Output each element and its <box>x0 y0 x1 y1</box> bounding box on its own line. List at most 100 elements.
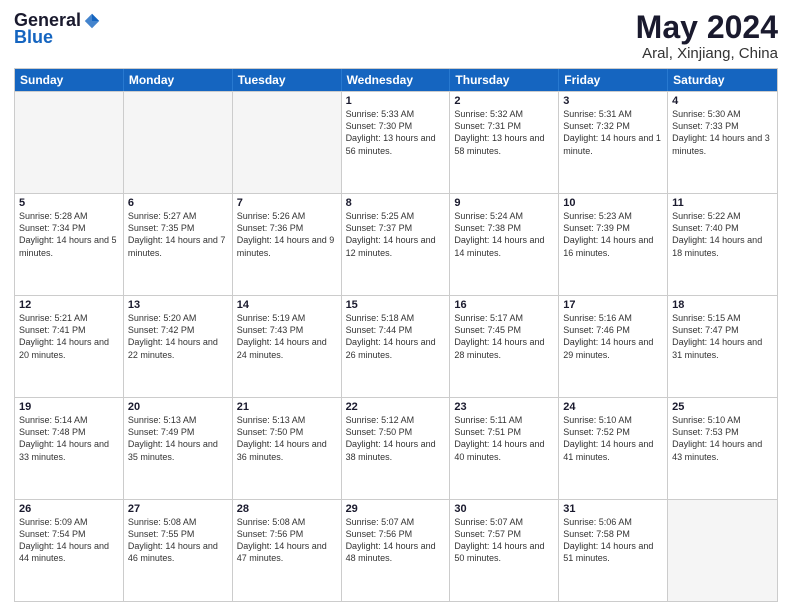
cell-info: Sunrise: 5:24 AMSunset: 7:38 PMDaylight:… <box>454 210 554 259</box>
calendar-row-2: 12Sunrise: 5:21 AMSunset: 7:41 PMDayligh… <box>15 295 777 397</box>
cell-info: Sunrise: 5:25 AMSunset: 7:37 PMDaylight:… <box>346 210 446 259</box>
calendar-row-1: 5Sunrise: 5:28 AMSunset: 7:34 PMDaylight… <box>15 193 777 295</box>
cell-info: Sunrise: 5:26 AMSunset: 7:36 PMDaylight:… <box>237 210 337 259</box>
cell-info: Sunrise: 5:07 AMSunset: 7:56 PMDaylight:… <box>346 516 446 565</box>
day-number: 23 <box>454 401 554 413</box>
cal-cell: 14Sunrise: 5:19 AMSunset: 7:43 PMDayligh… <box>233 296 342 397</box>
cell-info: Sunrise: 5:22 AMSunset: 7:40 PMDaylight:… <box>672 210 773 259</box>
calendar-row-4: 26Sunrise: 5:09 AMSunset: 7:54 PMDayligh… <box>15 499 777 601</box>
cal-cell: 2Sunrise: 5:32 AMSunset: 7:31 PMDaylight… <box>450 92 559 193</box>
day-number: 1 <box>346 95 446 107</box>
calendar: Sunday Monday Tuesday Wednesday Thursday… <box>14 68 778 602</box>
cell-info: Sunrise: 5:30 AMSunset: 7:33 PMDaylight:… <box>672 108 773 157</box>
cal-cell: 22Sunrise: 5:12 AMSunset: 7:50 PMDayligh… <box>342 398 451 499</box>
calendar-header: Sunday Monday Tuesday Wednesday Thursday… <box>15 69 777 91</box>
cal-cell: 3Sunrise: 5:31 AMSunset: 7:32 PMDaylight… <box>559 92 668 193</box>
cell-info: Sunrise: 5:18 AMSunset: 7:44 PMDaylight:… <box>346 312 446 361</box>
logo-icon <box>83 12 101 30</box>
day-number: 9 <box>454 197 554 209</box>
cal-cell: 16Sunrise: 5:17 AMSunset: 7:45 PMDayligh… <box>450 296 559 397</box>
cal-cell: 27Sunrise: 5:08 AMSunset: 7:55 PMDayligh… <box>124 500 233 601</box>
cell-info: Sunrise: 5:09 AMSunset: 7:54 PMDaylight:… <box>19 516 119 565</box>
title-area: May 2024 Aral, Xinjiang, China <box>636 10 778 62</box>
cell-info: Sunrise: 5:13 AMSunset: 7:49 PMDaylight:… <box>128 414 228 463</box>
cell-info: Sunrise: 5:08 AMSunset: 7:55 PMDaylight:… <box>128 516 228 565</box>
cell-info: Sunrise: 5:07 AMSunset: 7:57 PMDaylight:… <box>454 516 554 565</box>
day-number: 17 <box>563 299 663 311</box>
cal-cell: 5Sunrise: 5:28 AMSunset: 7:34 PMDaylight… <box>15 194 124 295</box>
cell-info: Sunrise: 5:23 AMSunset: 7:39 PMDaylight:… <box>563 210 663 259</box>
day-number: 7 <box>237 197 337 209</box>
calendar-row-3: 19Sunrise: 5:14 AMSunset: 7:48 PMDayligh… <box>15 397 777 499</box>
day-number: 29 <box>346 503 446 515</box>
header-wednesday: Wednesday <box>342 69 451 91</box>
day-number: 2 <box>454 95 554 107</box>
day-number: 5 <box>19 197 119 209</box>
cal-cell: 21Sunrise: 5:13 AMSunset: 7:50 PMDayligh… <box>233 398 342 499</box>
cal-cell: 20Sunrise: 5:13 AMSunset: 7:49 PMDayligh… <box>124 398 233 499</box>
cal-cell: 25Sunrise: 5:10 AMSunset: 7:53 PMDayligh… <box>668 398 777 499</box>
day-number: 13 <box>128 299 228 311</box>
cal-cell: 24Sunrise: 5:10 AMSunset: 7:52 PMDayligh… <box>559 398 668 499</box>
cell-info: Sunrise: 5:15 AMSunset: 7:47 PMDaylight:… <box>672 312 773 361</box>
day-number: 16 <box>454 299 554 311</box>
day-number: 21 <box>237 401 337 413</box>
cal-cell: 17Sunrise: 5:16 AMSunset: 7:46 PMDayligh… <box>559 296 668 397</box>
day-number: 15 <box>346 299 446 311</box>
cell-info: Sunrise: 5:28 AMSunset: 7:34 PMDaylight:… <box>19 210 119 259</box>
day-number: 12 <box>19 299 119 311</box>
header-thursday: Thursday <box>450 69 559 91</box>
cal-cell: 15Sunrise: 5:18 AMSunset: 7:44 PMDayligh… <box>342 296 451 397</box>
day-number: 14 <box>237 299 337 311</box>
cell-info: Sunrise: 5:19 AMSunset: 7:43 PMDaylight:… <box>237 312 337 361</box>
day-number: 22 <box>346 401 446 413</box>
cell-info: Sunrise: 5:20 AMSunset: 7:42 PMDaylight:… <box>128 312 228 361</box>
cell-info: Sunrise: 5:32 AMSunset: 7:31 PMDaylight:… <box>454 108 554 157</box>
logo: General Blue <box>14 10 101 48</box>
day-number: 25 <box>672 401 773 413</box>
cal-cell: 26Sunrise: 5:09 AMSunset: 7:54 PMDayligh… <box>15 500 124 601</box>
header-tuesday: Tuesday <box>233 69 342 91</box>
cal-cell: 13Sunrise: 5:20 AMSunset: 7:42 PMDayligh… <box>124 296 233 397</box>
cell-info: Sunrise: 5:10 AMSunset: 7:53 PMDaylight:… <box>672 414 773 463</box>
cal-cell: 7Sunrise: 5:26 AMSunset: 7:36 PMDaylight… <box>233 194 342 295</box>
day-number: 26 <box>19 503 119 515</box>
cal-cell: 30Sunrise: 5:07 AMSunset: 7:57 PMDayligh… <box>450 500 559 601</box>
cell-info: Sunrise: 5:16 AMSunset: 7:46 PMDaylight:… <box>563 312 663 361</box>
day-number: 24 <box>563 401 663 413</box>
cell-info: Sunrise: 5:17 AMSunset: 7:45 PMDaylight:… <box>454 312 554 361</box>
calendar-row-0: 1Sunrise: 5:33 AMSunset: 7:30 PMDaylight… <box>15 91 777 193</box>
cal-cell <box>15 92 124 193</box>
cell-info: Sunrise: 5:10 AMSunset: 7:52 PMDaylight:… <box>563 414 663 463</box>
cal-cell: 31Sunrise: 5:06 AMSunset: 7:58 PMDayligh… <box>559 500 668 601</box>
cal-cell: 6Sunrise: 5:27 AMSunset: 7:35 PMDaylight… <box>124 194 233 295</box>
day-number: 19 <box>19 401 119 413</box>
day-number: 6 <box>128 197 228 209</box>
day-number: 20 <box>128 401 228 413</box>
cell-info: Sunrise: 5:14 AMSunset: 7:48 PMDaylight:… <box>19 414 119 463</box>
cal-cell: 11Sunrise: 5:22 AMSunset: 7:40 PMDayligh… <box>668 194 777 295</box>
cell-info: Sunrise: 5:33 AMSunset: 7:30 PMDaylight:… <box>346 108 446 157</box>
day-number: 10 <box>563 197 663 209</box>
cal-cell <box>233 92 342 193</box>
header-sunday: Sunday <box>15 69 124 91</box>
month-title: May 2024 <box>636 10 778 45</box>
cell-info: Sunrise: 5:13 AMSunset: 7:50 PMDaylight:… <box>237 414 337 463</box>
header: General Blue May 2024 Aral, Xinjiang, Ch… <box>14 10 778 62</box>
logo-blue: Blue <box>14 27 53 47</box>
cal-cell: 4Sunrise: 5:30 AMSunset: 7:33 PMDaylight… <box>668 92 777 193</box>
cell-info: Sunrise: 5:12 AMSunset: 7:50 PMDaylight:… <box>346 414 446 463</box>
cal-cell: 1Sunrise: 5:33 AMSunset: 7:30 PMDaylight… <box>342 92 451 193</box>
cell-info: Sunrise: 5:21 AMSunset: 7:41 PMDaylight:… <box>19 312 119 361</box>
location: Aral, Xinjiang, China <box>636 45 778 62</box>
cell-info: Sunrise: 5:11 AMSunset: 7:51 PMDaylight:… <box>454 414 554 463</box>
cal-cell: 29Sunrise: 5:07 AMSunset: 7:56 PMDayligh… <box>342 500 451 601</box>
cell-info: Sunrise: 5:27 AMSunset: 7:35 PMDaylight:… <box>128 210 228 259</box>
cal-cell: 18Sunrise: 5:15 AMSunset: 7:47 PMDayligh… <box>668 296 777 397</box>
cell-info: Sunrise: 5:06 AMSunset: 7:58 PMDaylight:… <box>563 516 663 565</box>
day-number: 28 <box>237 503 337 515</box>
cal-cell: 19Sunrise: 5:14 AMSunset: 7:48 PMDayligh… <box>15 398 124 499</box>
cal-cell: 10Sunrise: 5:23 AMSunset: 7:39 PMDayligh… <box>559 194 668 295</box>
calendar-body: 1Sunrise: 5:33 AMSunset: 7:30 PMDaylight… <box>15 91 777 601</box>
cell-info: Sunrise: 5:08 AMSunset: 7:56 PMDaylight:… <box>237 516 337 565</box>
